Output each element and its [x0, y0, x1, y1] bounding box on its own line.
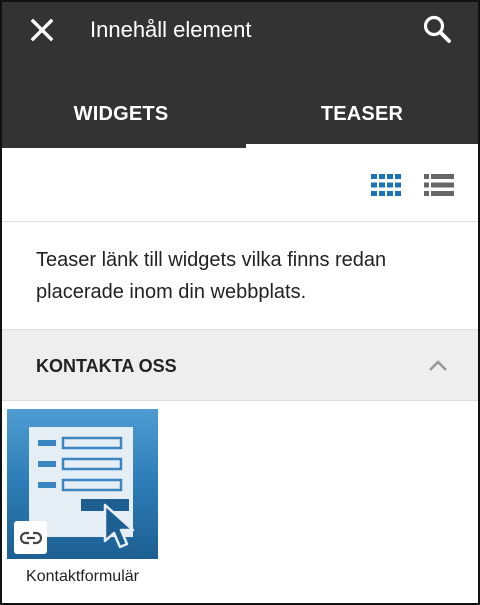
close-icon	[30, 18, 54, 42]
list-view-icon	[424, 174, 454, 196]
chevron-up-icon	[429, 360, 447, 371]
category-header-kontakta-oss[interactable]: KONTAKTA OSS	[2, 329, 478, 401]
tab-widgets[interactable]: WIDGETS	[2, 80, 240, 148]
page-title: Innehåll element	[90, 17, 252, 42]
description-text: Teaser länk till widgets vilka finns red…	[36, 249, 387, 303]
search-button[interactable]	[420, 12, 454, 46]
tab-teaser[interactable]: TEASER	[246, 80, 478, 148]
grid-view-icon	[371, 174, 401, 196]
grid-view-button[interactable]	[371, 174, 401, 196]
close-button[interactable]	[26, 14, 58, 46]
teaser-panel: Innehåll element WIDGETS TEASER Teaser l…	[0, 0, 480, 605]
widget-tile-kontaktformular[interactable]	[7, 409, 158, 559]
top-app-bar: Innehåll element WIDGETS TEASER	[2, 2, 478, 148]
widget-tile-label: Kontaktformulär	[26, 568, 139, 585]
list-view-button[interactable]	[424, 174, 454, 196]
category-title: KONTAKTA OSS	[36, 356, 177, 376]
link-icon	[19, 531, 42, 544]
view-toggle-bar	[2, 148, 478, 222]
search-icon	[423, 15, 451, 43]
link-badge	[14, 521, 47, 554]
